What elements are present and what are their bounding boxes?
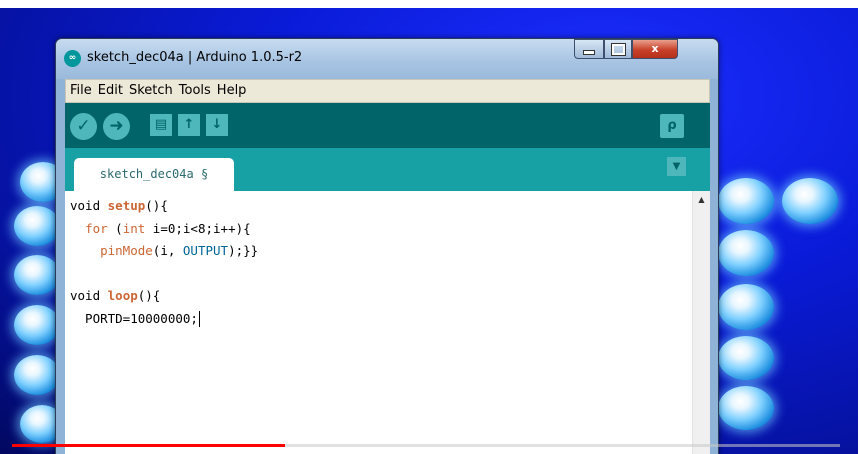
new-file-icon: ▤ — [154, 117, 168, 132]
arduino-window: ∞ sketch_dec04a | Arduino 1.0.5-r2 x Fil… — [55, 38, 719, 454]
scroll-up-icon[interactable]: ▲ — [693, 191, 710, 208]
code-function: loop — [107, 288, 138, 303]
save-button[interactable]: ↓ — [206, 114, 228, 136]
minimize-button[interactable] — [574, 39, 604, 59]
code-token: );}} — [228, 243, 259, 258]
tab-sketch[interactable]: sketch_dec04a § — [74, 158, 234, 191]
serial-monitor-button[interactable]: ρ — [660, 114, 684, 138]
save-arrow-down-icon: ↓ — [211, 117, 223, 132]
code-line: void setup(){ — [70, 195, 258, 218]
menu-help[interactable]: Help — [214, 80, 250, 102]
maximize-button[interactable] — [604, 39, 632, 59]
led-light — [718, 230, 774, 276]
arrow-right-icon: ➜ — [109, 116, 124, 136]
code-text[interactable]: void setup(){ for (int i=0;i<8;i++){ pin… — [70, 195, 258, 330]
code-line: pinMode(i, OUTPUT);}} — [70, 240, 258, 263]
top-strip — [0, 0, 860, 8]
tab-modified-mark: § — [200, 167, 209, 181]
led-light — [14, 255, 60, 295]
code-constant: OUTPUT — [182, 243, 229, 258]
code-token: i=0;i<8;i++){ — [145, 220, 251, 236]
upload-button[interactable]: ➜ — [103, 113, 130, 140]
minimize-icon — [583, 49, 595, 55]
code-token: (){ — [145, 198, 168, 213]
code-keyword: for — [85, 220, 108, 236]
checkmark-icon: ✓ — [76, 116, 91, 136]
verify-button[interactable]: ✓ — [70, 113, 97, 140]
tab-menu-button[interactable]: ▼ — [667, 157, 686, 176]
window-title: sketch_dec04a | Arduino 1.0.5-r2 — [87, 50, 303, 65]
menu-edit[interactable]: Edit — [95, 80, 126, 102]
chevron-down-icon: ▼ — [672, 161, 681, 172]
vertical-scrollbar[interactable]: ▲ — [692, 191, 710, 454]
led-light — [718, 336, 774, 380]
led-light — [14, 206, 60, 246]
code-token: PORTD=10000000; — [70, 310, 198, 326]
code-token: (){ — [137, 288, 161, 303]
led-light — [14, 305, 60, 345]
led-light — [718, 284, 774, 330]
led-light — [14, 355, 60, 395]
code-token: ( — [107, 220, 123, 236]
code-token: void — [70, 288, 108, 303]
close-button[interactable]: x — [632, 39, 678, 59]
code-editor[interactable]: void setup(){ for (int i=0;i<8;i++){ pin… — [65, 191, 710, 454]
video-frame: ∞ sketch_dec04a | Arduino 1.0.5-r2 x Fil… — [0, 0, 860, 454]
tab-bar: sketch_dec04a § ▼ — [65, 148, 710, 191]
open-arrow-up-icon: ↑ — [183, 117, 195, 132]
code-keyword: int — [122, 220, 146, 236]
led-light — [718, 178, 774, 224]
code-line: PORTD=10000000; — [70, 308, 258, 331]
menu-bar: File Edit Sketch Tools Help — [65, 79, 710, 103]
title-bar[interactable]: ∞ sketch_dec04a | Arduino 1.0.5-r2 x — [56, 39, 718, 79]
open-button[interactable]: ↑ — [178, 114, 200, 136]
menu-file[interactable]: File — [66, 80, 95, 102]
code-function: pinMode — [100, 243, 153, 258]
maximize-icon — [610, 42, 626, 56]
code-line: for (int i=0;i<8;i++){ — [70, 218, 258, 241]
toolbar: ✓ ➜ ▤ ↑ ↓ ρ — [65, 103, 710, 148]
code-line: void loop(){ — [70, 285, 258, 308]
led-light — [718, 386, 774, 430]
close-icon: x — [651, 42, 659, 55]
code-token: (i, — [152, 243, 183, 258]
code-token: void — [70, 198, 108, 213]
code-function: setup — [107, 198, 146, 213]
video-progress-fill — [12, 444, 286, 447]
menu-tools[interactable]: Tools — [176, 80, 214, 102]
menu-sketch[interactable]: Sketch — [126, 80, 176, 102]
tab-label: sketch_dec04a — [99, 167, 194, 181]
arduino-logo-icon: ∞ — [64, 50, 81, 67]
text-caret — [198, 311, 200, 327]
video-progress-bar[interactable] — [12, 444, 840, 447]
new-button[interactable]: ▤ — [150, 114, 172, 136]
magnifier-icon: ρ — [667, 118, 677, 133]
led-light — [782, 178, 838, 224]
